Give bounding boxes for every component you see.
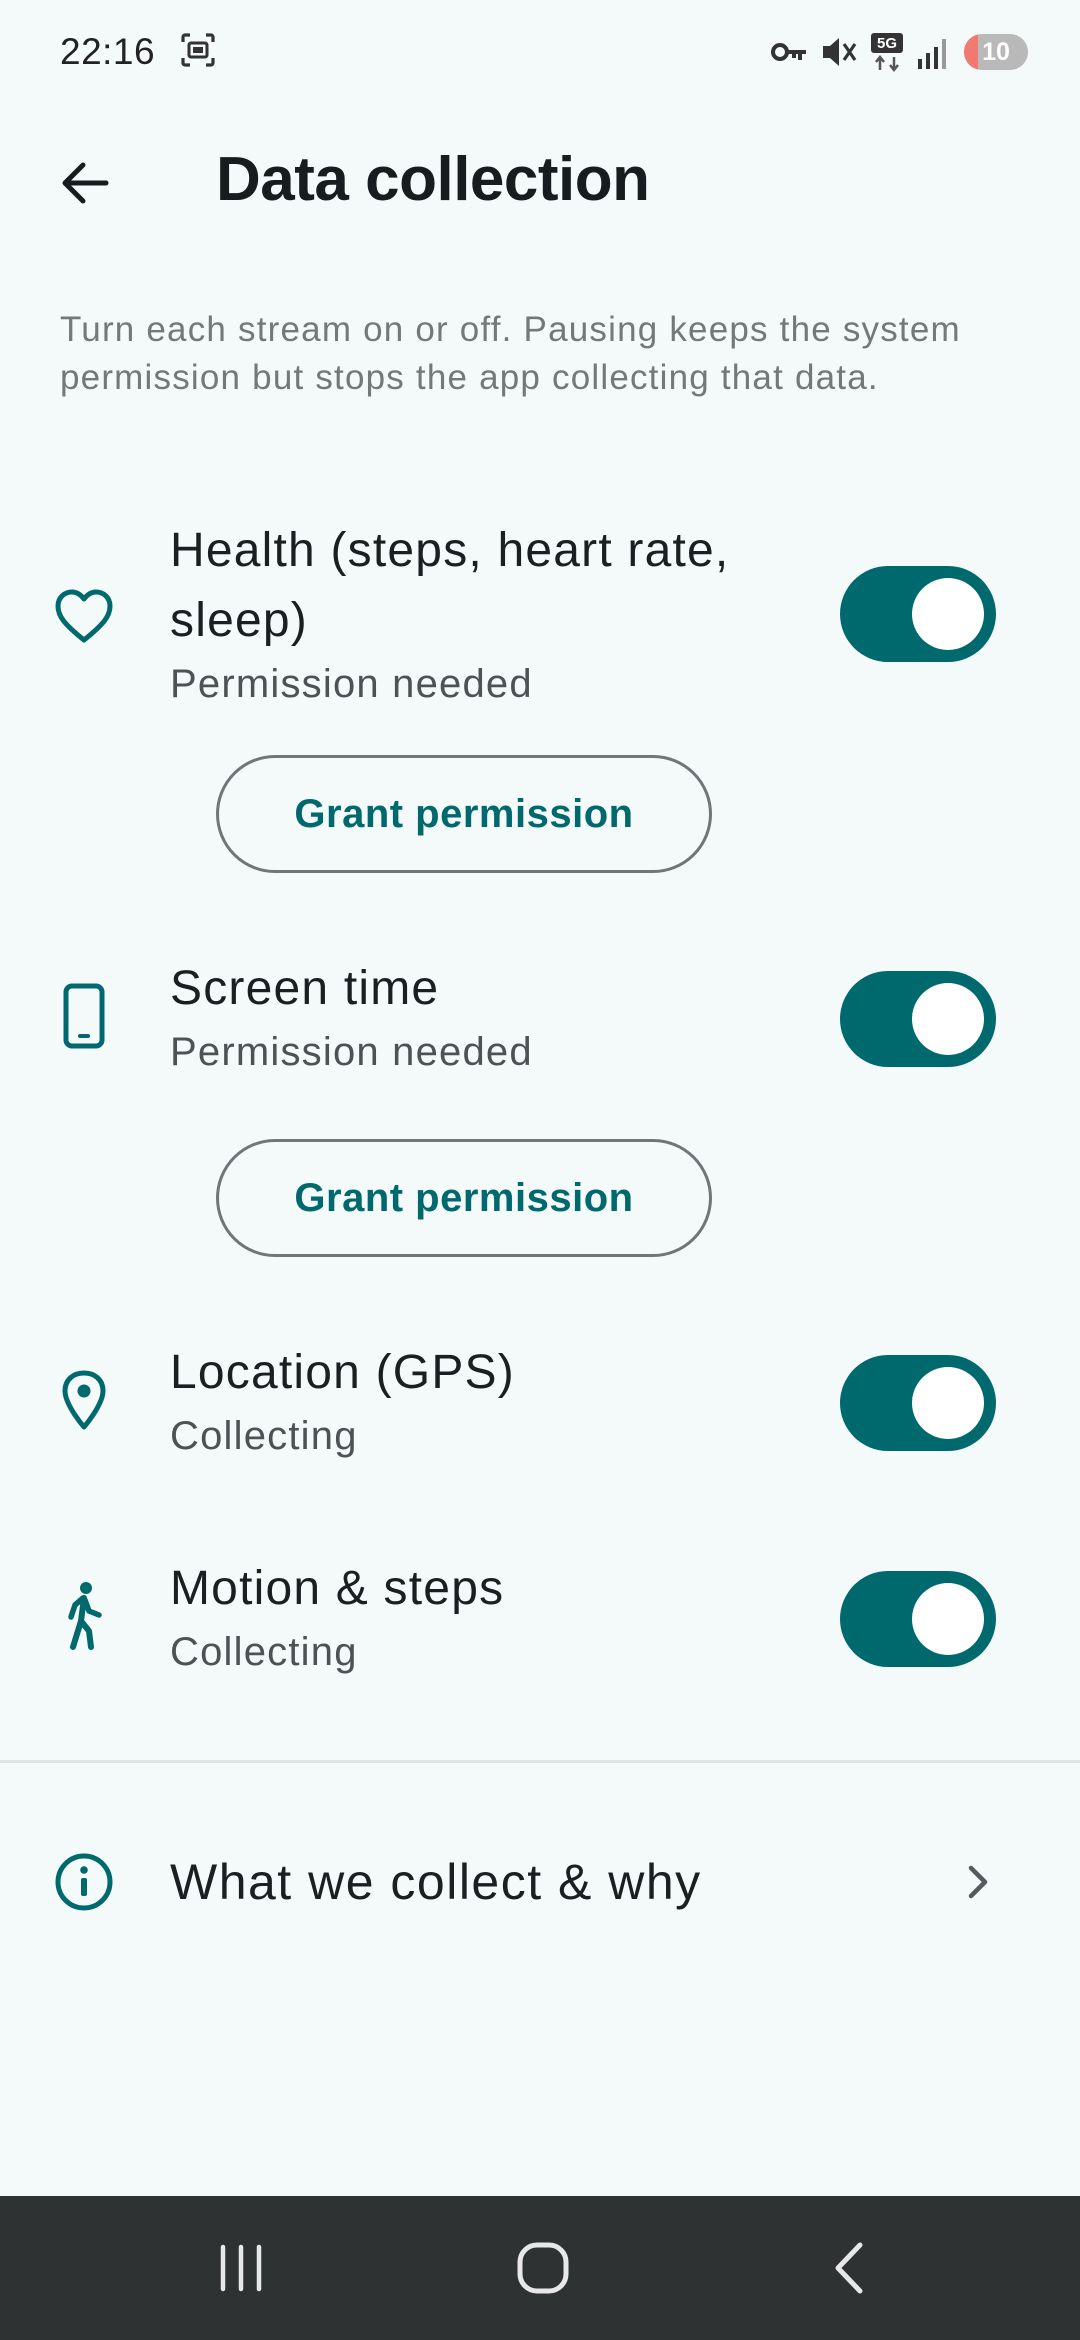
status-bar: 22:16 5G 10: [0, 0, 1080, 104]
toggle-knob: [912, 1367, 984, 1439]
arrow-left-icon: [62, 162, 109, 204]
stream-status: Collecting: [170, 1630, 358, 1674]
screenshot-icon: [179, 31, 217, 74]
stream-title: Health (steps, heart rate, sleep): [170, 524, 730, 647]
motion-toggle[interactable]: [840, 1571, 996, 1667]
toggle-knob: [912, 1583, 984, 1655]
grant-permission-button-screen-time[interactable]: Grant permission: [216, 1139, 712, 1257]
svg-text:5G: 5G: [877, 35, 897, 52]
vpn-key-icon: [770, 39, 808, 65]
system-nav-bar: [0, 2196, 1080, 2340]
stream-title: Motion & steps: [170, 1562, 505, 1615]
status-right: 5G 10: [770, 32, 1028, 72]
chevron-right-icon: [956, 1860, 1000, 1904]
screen: 22:16 5G 10 Data collection Turn each st…: [0, 0, 1080, 2340]
stream-text: Health (steps, heart rate, sleep) Permis…: [170, 516, 790, 712]
status-left: 22:16: [60, 31, 217, 74]
battery-fill: [964, 34, 979, 70]
back-icon[interactable]: [798, 2218, 898, 2318]
location-pin-icon: [54, 1370, 114, 1430]
stream-status: Permission needed: [170, 662, 533, 706]
stream-text: Location (GPS) Collecting: [170, 1338, 790, 1464]
phone-icon: [54, 983, 114, 1049]
walking-icon: [54, 1582, 114, 1650]
5g-data-icon: 5G: [870, 32, 904, 72]
battery-level: 10: [982, 37, 1010, 66]
screen-time-toggle[interactable]: [840, 971, 996, 1067]
mute-icon: [820, 33, 858, 71]
home-icon[interactable]: [493, 2218, 593, 2318]
divider: [0, 1760, 1080, 1763]
stream-status: Permission needed: [170, 1030, 533, 1074]
page-title: Data collection: [216, 144, 650, 214]
what-we-collect-row[interactable]: What we collect & why: [0, 1822, 1080, 1942]
status-time: 22:16: [60, 31, 156, 72]
stream-row-screen-time: Screen time Permission needed: [0, 954, 1080, 1084]
battery-icon: 10: [964, 34, 1028, 70]
toggle-knob: [912, 578, 984, 650]
location-toggle[interactable]: [840, 1355, 996, 1451]
stream-status: Collecting: [170, 1414, 358, 1458]
grant-permission-button-health[interactable]: Grant permission: [216, 755, 712, 873]
health-toggle[interactable]: [840, 566, 996, 662]
toggle-knob: [912, 983, 984, 1055]
heart-icon: [54, 586, 114, 646]
stream-title: Screen time: [170, 962, 440, 1015]
stream-row-health: Health (steps, heart rate, sleep) Permis…: [0, 516, 1080, 716]
stream-text: Motion & steps Collecting: [170, 1554, 790, 1680]
description-text: Turn each stream on or off. Pausing keep…: [60, 310, 961, 397]
stream-text: Screen time Permission needed: [170, 954, 790, 1080]
stream-row-motion: Motion & steps Collecting: [0, 1554, 1080, 1684]
info-icon: [54, 1852, 114, 1912]
app-bar: Data collection: [0, 120, 1080, 238]
signal-icon: [916, 35, 952, 69]
recent-apps-icon[interactable]: [191, 2218, 291, 2318]
what-we-collect-label: What we collect & why: [170, 1854, 702, 1910]
back-button[interactable]: [40, 138, 130, 228]
stream-title: Location (GPS): [170, 1346, 515, 1399]
stream-row-location: Location (GPS) Collecting: [0, 1338, 1080, 1468]
